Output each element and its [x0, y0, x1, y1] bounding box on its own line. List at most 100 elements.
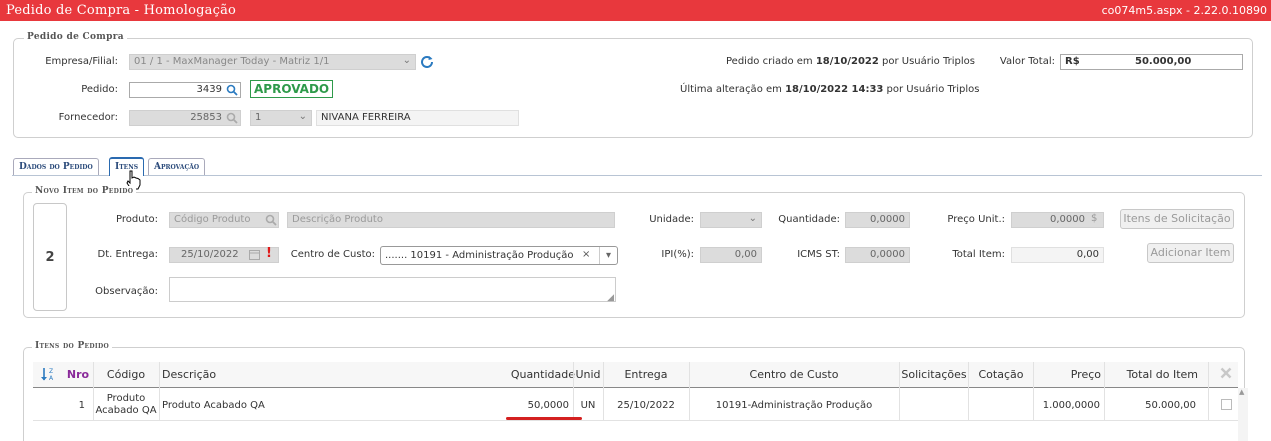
required-icon: ! — [266, 246, 272, 261]
row-checkbox[interactable] — [1221, 399, 1232, 410]
tab-dados-do-pedido[interactable]: Dados do Pedido — [13, 158, 99, 175]
row-codigo: Produto Acabado QA — [93, 393, 159, 417]
svg-text:A: A — [49, 375, 54, 382]
produto-search-icon[interactable] — [265, 214, 277, 226]
resize-handle-icon[interactable]: ◢ — [607, 293, 614, 303]
row-total: 50.000,00 — [1145, 400, 1196, 411]
currency-icon: $ — [1091, 213, 1098, 224]
column-quantidade[interactable]: Quantidade — [503, 368, 575, 381]
ipi-label: IPI(%): — [661, 249, 694, 260]
itens-solicitacao-button[interactable]: Itens de Solicitação — [1120, 209, 1234, 229]
table-row[interactable]: 1 Produto Acabado QA Produto Acabado QA … — [33, 388, 1238, 420]
row-preco: 1.000,0000 — [1042, 400, 1100, 411]
calendar-icon[interactable] — [249, 249, 260, 260]
entrega-label: Dt. Entrega: — [97, 249, 158, 260]
pedido-criado-info: Pedido criado em 18/10/2022 por Usuário … — [726, 56, 975, 67]
produto-label: Produto: — [116, 214, 158, 225]
row-entrega: 25/10/2022 — [617, 400, 675, 411]
pedido-input[interactable]: 3439 — [129, 82, 241, 98]
produto-desc-input[interactable]: Descrição Produto — [287, 212, 615, 228]
tabs-baseline — [12, 175, 1262, 176]
row-descricao: Produto Acabado QA — [162, 400, 265, 411]
scroll-up-icon[interactable]: ▲ — [1239, 388, 1244, 396]
sort-icon[interactable]: Z A — [40, 366, 56, 382]
observacao-textarea[interactable]: ◢ — [169, 277, 616, 303]
tab-aprovacao[interactable]: Aprovação — [148, 158, 206, 175]
page-title: Pedido de Compra - Homologação — [6, 3, 237, 18]
fornecedor-search-icon[interactable] — [226, 112, 238, 124]
column-cotacao[interactable]: Cotação — [969, 368, 1033, 381]
pedido-compra-legend: Pedido de Compra — [24, 32, 127, 42]
valor-total-field: R$ 50.000,00 — [1060, 54, 1243, 70]
empresa-label: Empresa/Filial: — [45, 56, 118, 67]
icms-st-label: ICMS ST: — [797, 249, 840, 260]
quantidade-value: 0,0000 — [870, 214, 905, 225]
fornecedor-name-field: NIVANA FERREIRA — [316, 110, 519, 126]
ipi-input[interactable]: 0,00 — [700, 247, 762, 263]
total-item-label: Total Item: — [952, 249, 1005, 260]
chevron-down-icon: ⌄ — [298, 111, 307, 122]
ultima-alteracao-info: Última alteração em 18/10/2022 14:33 por… — [680, 84, 979, 95]
icms-st-value: 0,0000 — [870, 249, 905, 260]
adicionar-item-button[interactable]: Adicionar Item — [1147, 243, 1234, 263]
fornecedor-seq: 1 — [255, 112, 262, 123]
valor-currency: R$ — [1065, 56, 1080, 67]
novo-item-legend: Novo Item do Pedido — [32, 186, 137, 196]
unidade-label: Unidade: — [649, 214, 694, 225]
row-divider — [33, 420, 1238, 421]
pedido-value: 3439 — [196, 84, 222, 95]
delete-column-icon — [1220, 367, 1232, 379]
chevron-down-icon: ⌄ — [402, 55, 411, 66]
quantidade-input[interactable]: 0,0000 — [845, 212, 910, 228]
column-entrega[interactable]: Entrega — [604, 368, 688, 381]
alterado-prefix: Última alteração em — [680, 84, 782, 95]
column-unid[interactable]: Unid — [574, 368, 602, 381]
chevron-down-icon[interactable]: ▾ — [599, 247, 617, 264]
refresh-icon[interactable] — [420, 54, 434, 68]
itens-pedido-legend: Itens do Pedido — [32, 341, 113, 351]
produto-code-input[interactable]: Código Produto — [169, 212, 279, 228]
fornecedor-code-input[interactable]: 25853 — [129, 110, 241, 126]
column-descricao[interactable]: Descrição — [162, 368, 216, 381]
column-preco[interactable]: Preço — [1034, 368, 1101, 381]
column-centro-custo[interactable]: Centro de Custo — [690, 368, 898, 381]
fornecedor-seq-select[interactable]: 1 ⌄ — [250, 110, 312, 126]
row-codigo-line2: Acabado QA — [95, 405, 157, 416]
pedido-label: Pedido: — [81, 84, 118, 95]
row-nro: 1 — [78, 400, 85, 411]
table-scrollbar[interactable]: ▲ — [1238, 388, 1248, 441]
clear-icon[interactable]: × — [582, 249, 590, 261]
centro-custo-select[interactable]: ....... 10191 - Administração Produção ×… — [380, 246, 618, 265]
criado-prefix: Pedido criado em — [726, 56, 813, 67]
item-number: 2 — [45, 250, 55, 265]
produto-desc-placeholder: Descrição Produto — [292, 214, 383, 225]
alterado-suffix: por Usuário Triplos — [886, 84, 980, 95]
title-bar: Pedido de Compra - Homologação co074m5.a… — [0, 0, 1271, 21]
version-label: co074m5.aspx - 2.22.0.10890 — [1101, 4, 1267, 17]
status-badge: APROVADO — [250, 80, 334, 98]
icms-st-input[interactable]: 0,0000 — [845, 247, 910, 263]
empresa-select[interactable]: 01 / 1 - MaxManager Today - Matriz 1/1 ⌄ — [129, 54, 416, 70]
unidade-select[interactable]: ⌄ — [700, 212, 762, 228]
produto-code-placeholder: Código Produto — [174, 214, 251, 225]
preco-unit-label: Preço Unit.: — [947, 214, 1005, 225]
centro-custo-label: Centro de Custo: — [290, 249, 375, 260]
column-codigo[interactable]: Código — [94, 368, 158, 381]
column-total-item[interactable]: Total do Item — [1108, 368, 1198, 381]
column-nro[interactable]: Nro — [63, 368, 93, 381]
entrega-value: 25/10/2022 — [181, 249, 239, 260]
search-icon[interactable] — [226, 84, 238, 96]
column-solicitacoes[interactable]: Solicitações — [900, 368, 968, 381]
criado-date: 18/10/2022 — [815, 56, 879, 67]
fornecedor-label: Fornecedor: — [58, 112, 118, 123]
ipi-value: 0,00 — [734, 249, 757, 260]
fornecedor-name: NIVANA FERREIRA — [321, 112, 411, 123]
alterado-date: 18/10/2022 14:33 — [785, 84, 884, 95]
chevron-down-icon: ⌄ — [748, 213, 757, 224]
row-quantidade: 50,0000 — [527, 400, 569, 411]
observacao-label: Observação: — [95, 286, 158, 297]
criado-suffix: por Usuário Triplos — [882, 56, 975, 67]
valor-value: 50.000,00 — [1135, 56, 1192, 67]
item-number-box: 2 — [33, 203, 67, 311]
entrega-input[interactable]: 25/10/2022 — [169, 247, 279, 263]
